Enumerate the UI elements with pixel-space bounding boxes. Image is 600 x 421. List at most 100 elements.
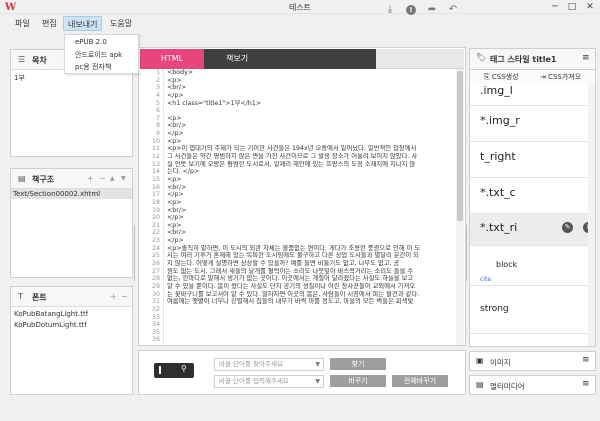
image-panel[interactable]: ▣ 이미지 ≡ <box>469 351 596 371</box>
export-apk-item[interactable]: 안드로이드 apk <box>75 50 122 60</box>
editor-scroll-thumb[interactable] <box>457 71 463 221</box>
font-item[interactable]: KoPubDotumLight.ttf <box>14 321 87 329</box>
find-input[interactable]: 바꿀 단어를 찾아주세요 ▼ <box>214 358 324 371</box>
code-line[interactable]: </p> <box>164 214 456 222</box>
code-line[interactable]: <p>솔직히 말하면, 이 도시의 외관 자체는 볼품없는 편이다. 게다가 조… <box>164 245 456 253</box>
code-line[interactable] <box>164 314 456 322</box>
code-line[interactable]: <p> <box>164 176 456 184</box>
code-line[interactable]: <body> <box>164 69 456 77</box>
list-item[interactable]: .img_l <box>470 84 588 106</box>
code-line[interactable] <box>164 321 456 329</box>
code-line[interactable]: 시는 여러 기후가 혼재해 있는 독특한 도시임에도 불구하고 다른 상업 도시… <box>164 252 456 260</box>
css-import-button[interactable]: ⇥ CSS가져오 <box>540 72 581 82</box>
book-file-item[interactable]: Text/Section00002.xhtml <box>13 190 100 198</box>
edit-icon[interactable]: ✎ <box>562 222 573 233</box>
add-font-icon[interactable]: + <box>110 292 117 301</box>
code-line[interactable]: <h1 class="title1">1부</h1> <box>164 100 456 108</box>
alert-icon[interactable]: ! <box>404 3 418 17</box>
css-create-button[interactable]: ⎘ CSS생성 <box>484 72 518 82</box>
list-icon: ☰ <box>18 55 26 64</box>
code-line[interactable]: 알 수 있을 뿐이다. 봄이 왔다는 사실도 단지 공기의 성질이나 어린 장사… <box>164 283 456 291</box>
code-line[interactable]: 는다. </p> <box>164 168 456 176</box>
line-number: 20 <box>151 214 160 222</box>
menu-file[interactable]: 파일 <box>11 16 34 31</box>
chevron-down-icon[interactable]: ▼ <box>315 359 320 370</box>
list-item[interactable] <box>470 334 588 346</box>
code-line[interactable]: </p> <box>164 92 456 100</box>
list-item[interactable]: block cite <box>470 246 588 286</box>
menu-export[interactable]: 내보내기 <box>63 16 103 31</box>
font-item[interactable]: KoPubBatangLight.ttf <box>14 310 88 318</box>
multimedia-panel[interactable]: ▤ 멀티미디어 ≡ <box>469 375 596 395</box>
code-line[interactable]: <p> <box>164 138 456 146</box>
tab-html[interactable]: HTML <box>140 49 204 69</box>
close-button[interactable]: ✕ <box>583 1 597 13</box>
replace-input[interactable]: 바꿀 단어를 입력해주세요 ▼ <box>214 375 324 388</box>
code-line[interactable]: <p> <box>164 77 456 85</box>
code-line[interactable]: 여름에는 햇볕이 너무나 강렬해서 집들의 내부가 바싹 마를 정도고, 마을의… <box>164 298 456 306</box>
redo-icon[interactable]: ➦ <box>425 3 439 17</box>
line-number: 35 <box>151 328 160 336</box>
menu-icon[interactable]: ≡ <box>582 355 590 365</box>
menu-icon[interactable]: ≡ <box>582 53 590 63</box>
code-line[interactable]: <br/> <box>164 84 456 92</box>
code-line[interactable]: <p> <box>164 222 456 230</box>
minimize-button[interactable]: ─ <box>548 1 562 13</box>
code-line[interactable]: <p>이 엽대기의 주제가 되는 기이한 사건들은 194x년 오랑에서 일어났… <box>164 145 456 153</box>
line-number: 16 <box>151 183 160 191</box>
code-line[interactable]: <br/> <box>164 229 456 237</box>
export-pc-ebook-item[interactable]: pc용 전자책 <box>75 62 111 72</box>
list-item-selected[interactable]: *.txt_ri ✎ ✕ <box>470 214 594 246</box>
code-line[interactable]: 는 꽃바구니를 보고서야 알 수 있다. 말하자면 이곳의 봄은, 사람들이 시… <box>164 291 456 299</box>
move-down-icon[interactable]: ▼ <box>121 175 126 182</box>
code-line[interactable]: 그 사건들은 약간 평범하지 않은 면을 가진 사건이므로 그 발생 장소가 어… <box>164 153 456 161</box>
code-line[interactable] <box>164 336 456 344</box>
code-line[interactable]: 원도 없는 도시, 그래서 새들의 날개를 펄럭이는 소리도 나뭇잎이 바스락거… <box>164 268 456 276</box>
code-line[interactable]: <br/> <box>164 122 456 130</box>
find-button[interactable]: 찾기 <box>330 358 386 370</box>
move-up-icon[interactable]: ▲ <box>110 175 115 182</box>
code-line[interactable]: <br/> <box>164 207 456 215</box>
chevron-down-icon[interactable]: ▼ <box>315 376 320 387</box>
search-mode-button[interactable]: ⚲ <box>154 363 194 378</box>
menu-help[interactable]: 도움말 <box>106 16 136 31</box>
remove-icon[interactable]: − <box>99 174 106 183</box>
code-line[interactable]: 없는, 한마디로 말해서 생기가 없는 곳이다. 이곳에서는 계절이 달라졌다는… <box>164 275 456 283</box>
replace-all-button[interactable]: 전체바꾸기 <box>392 375 448 387</box>
code-line[interactable]: </p> <box>164 191 456 199</box>
code-line[interactable] <box>164 329 456 337</box>
left-splitter[interactable] <box>134 225 137 281</box>
code-line[interactable]: <br/> <box>164 184 456 192</box>
toc-item[interactable]: 1부 <box>14 73 25 83</box>
code-line[interactable] <box>164 107 456 115</box>
line-number: 30 <box>151 290 160 298</box>
list-item[interactable]: t_right <box>470 142 588 178</box>
code-line[interactable]: 지 않는다. 어떻게 설명하면 상상할 수 있을까? 예를 들면 비둘기도 없고… <box>164 260 456 268</box>
tab-book-view[interactable]: 책보기 <box>204 49 376 69</box>
remove-font-icon[interactable]: − <box>121 292 128 301</box>
download-icon[interactable]: ⤓ <box>383 3 397 17</box>
code-line[interactable]: 실 언뜻 보기에 오랑은 평범한 도시로서, 알제리 해안에 있는 프랑스의 도… <box>164 161 456 169</box>
menu-icon[interactable]: ≡ <box>582 379 590 389</box>
maximize-button[interactable]: □ <box>565 1 579 13</box>
tag-list-scrollbar[interactable] <box>588 84 595 346</box>
line-number: 22 <box>151 229 160 237</box>
code-line[interactable] <box>164 306 456 314</box>
code-line[interactable]: <p> <box>164 115 456 123</box>
line-number: 13 <box>151 160 160 168</box>
export-epub-item[interactable]: ePUB 2.0 <box>75 38 107 46</box>
code-line[interactable]: <p> <box>164 199 456 207</box>
line-number: 33 <box>151 313 160 321</box>
undo-icon[interactable]: ↶ <box>446 3 460 17</box>
list-item[interactable]: *.txt_c <box>470 178 588 214</box>
line-number: 19 <box>151 206 160 214</box>
html-code-editor[interactable]: <body> <p> <br/> </p> <h1 class="title1"… <box>164 69 456 345</box>
list-item[interactable]: *.img_r <box>470 106 588 142</box>
code-line[interactable]: </p> <box>164 237 456 245</box>
code-line[interactable]: </p> <box>164 130 456 138</box>
menu-edit[interactable]: 편집 <box>38 16 61 31</box>
list-item[interactable]: strong <box>470 286 588 334</box>
replace-button[interactable]: 바꾸기 <box>330 375 386 387</box>
fonts-panel: T 폰트 + − KoPubBatangLight.ttf KoPubDotum… <box>10 286 133 395</box>
add-icon[interactable]: + <box>87 174 94 183</box>
